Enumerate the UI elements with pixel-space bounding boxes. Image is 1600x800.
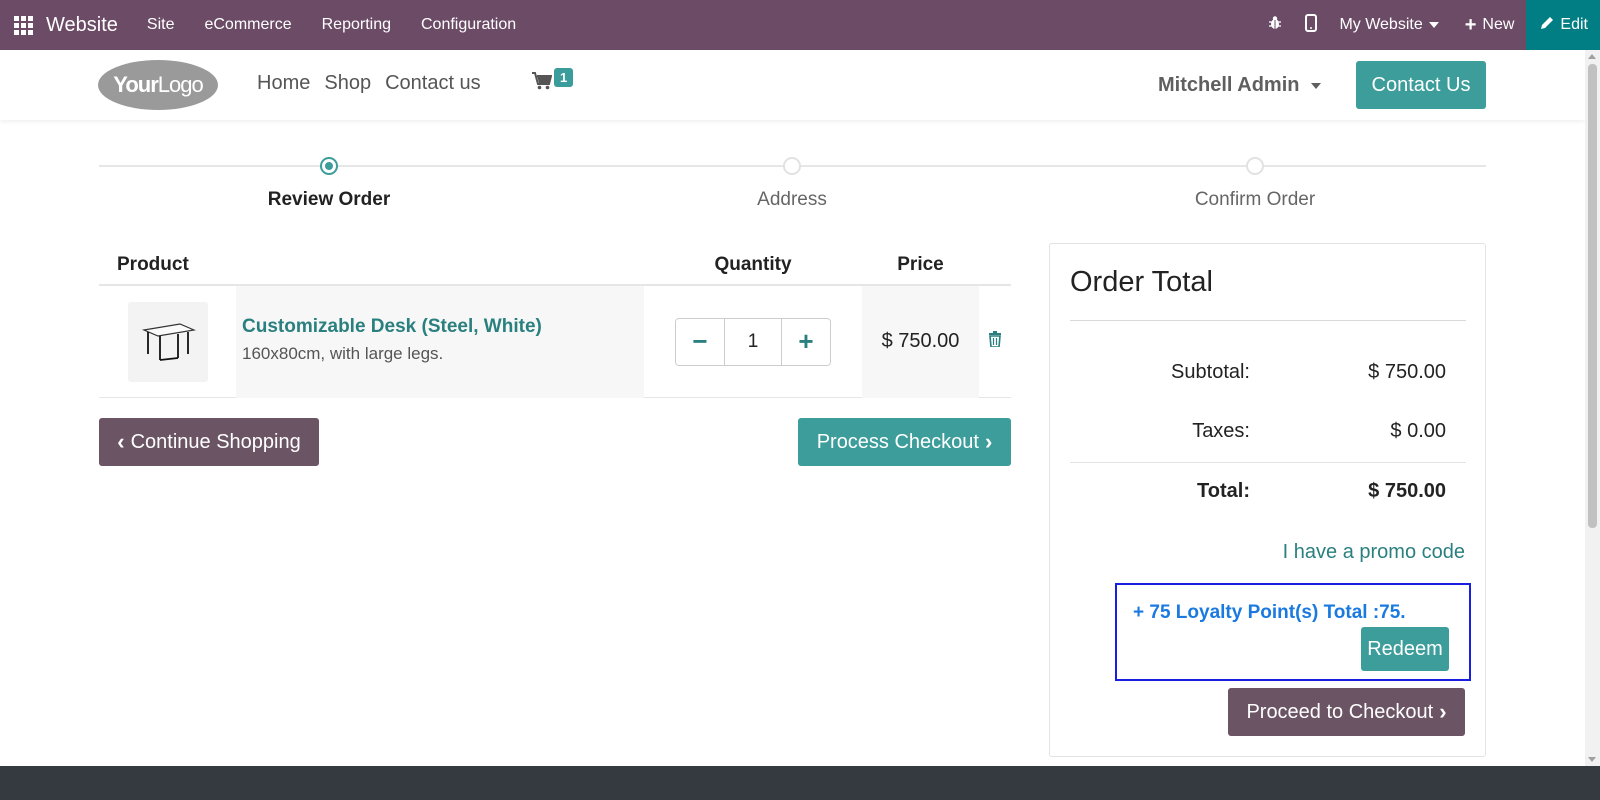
total-label: Total: bbox=[1197, 480, 1250, 502]
proceed-to-checkout-button[interactable]: Proceed to Checkout › bbox=[1228, 688, 1465, 736]
chevron-down-icon bbox=[1428, 22, 1439, 28]
apps-menu-icon[interactable] bbox=[0, 0, 46, 50]
menu-reporting[interactable]: Reporting bbox=[307, 16, 406, 34]
scrollbar-thumb[interactable] bbox=[1588, 64, 1597, 528]
checkout-progress: Review Order Address Confirm Order bbox=[99, 157, 1486, 220]
new-button[interactable]: + New bbox=[1453, 14, 1527, 37]
plus-icon: + bbox=[1464, 13, 1477, 36]
shopping-cart-icon bbox=[532, 72, 553, 95]
table-header: Product Quantity Price bbox=[99, 245, 1011, 286]
step-label: Review Order bbox=[267, 189, 391, 210]
promo-code-link[interactable]: I have a promo code bbox=[1283, 541, 1465, 564]
redeem-button[interactable]: Redeem bbox=[1361, 627, 1449, 671]
scroll-up-arrow-icon[interactable] bbox=[1588, 54, 1596, 59]
quantity-input[interactable]: 1 bbox=[724, 318, 782, 365]
admin-top-bar: Website Site eCommerce Reporting Configu… bbox=[0, 0, 1600, 50]
edit-label: Edit bbox=[1560, 16, 1588, 33]
order-total-card: Order Total Subtotal: $ 750.00 Taxes: $ … bbox=[1049, 243, 1486, 757]
my-website-dropdown[interactable]: My Website bbox=[1329, 16, 1452, 34]
decrease-quantity-button[interactable]: − bbox=[676, 318, 724, 365]
increase-quantity-button[interactable]: + bbox=[782, 318, 830, 365]
step-label: Confirm Order bbox=[1194, 189, 1316, 210]
table-row: Customizable Desk (Steel, White) 160x80c… bbox=[99, 285, 1011, 398]
my-website-label: My Website bbox=[1339, 16, 1423, 33]
taxes-value: $ 0.00 bbox=[1390, 420, 1446, 442]
loyalty-points-text: + 75 Loyalty Point(s) Total :75. bbox=[1133, 602, 1406, 623]
divider bbox=[1070, 462, 1466, 463]
plus-icon: + bbox=[798, 326, 814, 356]
product-description-cell: Customizable Desk (Steel, White) 160x80c… bbox=[236, 285, 644, 398]
edit-button[interactable]: Edit bbox=[1526, 0, 1600, 50]
step-address: Address bbox=[672, 157, 912, 211]
minus-icon: − bbox=[692, 326, 708, 356]
scroll-down-arrow-icon[interactable] bbox=[1588, 757, 1596, 762]
proceed-to-checkout-label: Proceed to Checkout bbox=[1246, 700, 1434, 723]
cart-count-badge: 1 bbox=[554, 68, 574, 87]
nav-contact-us[interactable]: Contact us bbox=[385, 72, 481, 95]
total-value: $ 750.00 bbox=[1368, 480, 1446, 502]
step-confirm-order: Confirm Order bbox=[1135, 157, 1375, 211]
quantity-stepper: − 1 + bbox=[675, 317, 831, 366]
main-nav: Home Shop Contact us bbox=[257, 72, 481, 95]
price-cell: $ 750.00 bbox=[862, 285, 979, 398]
divider bbox=[1070, 320, 1466, 321]
subtotal-label: Subtotal: bbox=[1171, 361, 1250, 383]
menu-ecommerce[interactable]: eCommerce bbox=[189, 16, 306, 34]
process-checkout-label: Process Checkout bbox=[816, 430, 979, 453]
taxes-row: Taxes: $ 0.00 bbox=[1070, 420, 1446, 443]
product-image[interactable] bbox=[127, 301, 208, 382]
step-dot bbox=[1246, 157, 1264, 175]
debug-bug-icon[interactable] bbox=[1257, 15, 1293, 36]
chevron-right-icon: › bbox=[1439, 699, 1447, 724]
total-row: Total: $ 750.00 bbox=[1070, 480, 1446, 503]
site-header: Your Logo Home Shop Contact us 1 Mitchell… bbox=[0, 50, 1585, 120]
nav-home[interactable]: Home bbox=[257, 72, 310, 95]
column-price: Price bbox=[897, 253, 944, 275]
chevron-down-icon bbox=[1311, 82, 1322, 89]
chevron-right-icon: › bbox=[984, 429, 993, 454]
continue-shopping-button[interactable]: ‹ Continue Shopping bbox=[99, 418, 319, 466]
subtotal-row: Subtotal: $ 750.00 bbox=[1070, 361, 1446, 384]
site-logo[interactable]: Your Logo bbox=[98, 60, 218, 110]
column-product: Product bbox=[117, 253, 189, 275]
delete-item-button[interactable] bbox=[979, 331, 1011, 352]
logo-text-thin: Logo bbox=[157, 72, 204, 97]
process-checkout-button[interactable]: Process Checkout › bbox=[798, 418, 1011, 466]
step-dot-active bbox=[320, 157, 338, 175]
step-review-order: Review Order bbox=[209, 157, 449, 211]
admin-brand[interactable]: Website bbox=[46, 14, 118, 37]
subtotal-value: $ 750.00 bbox=[1368, 361, 1446, 383]
menu-configuration[interactable]: Configuration bbox=[406, 16, 531, 34]
contact-us-button[interactable]: Contact Us bbox=[1356, 61, 1486, 109]
continue-shopping-label: Continue Shopping bbox=[130, 430, 301, 453]
chevron-left-icon: ‹ bbox=[117, 429, 125, 454]
step-dot bbox=[783, 157, 801, 175]
trash-icon bbox=[988, 331, 1002, 352]
quantity-cell: − 1 + bbox=[644, 286, 862, 398]
nav-shop[interactable]: Shop bbox=[324, 72, 371, 95]
product-image-cell bbox=[99, 286, 236, 398]
page-footer bbox=[0, 766, 1600, 800]
taxes-label: Taxes: bbox=[1192, 420, 1250, 442]
pencil-icon bbox=[1540, 16, 1554, 35]
user-account-dropdown[interactable]: Mitchell Admin bbox=[1158, 74, 1322, 97]
cart-table: Product Quantity Price Customizable Desk… bbox=[99, 245, 1011, 398]
menu-site[interactable]: Site bbox=[132, 16, 190, 34]
product-description: 160x80cm, with large legs. bbox=[242, 343, 444, 363]
order-total-title: Order Total bbox=[1070, 266, 1213, 298]
loyalty-points-box: + 75 Loyalty Point(s) Total :75. Redeem bbox=[1115, 583, 1471, 681]
column-quantity: Quantity bbox=[714, 253, 792, 275]
step-label: Address bbox=[757, 189, 827, 210]
product-name-link[interactable]: Customizable Desk (Steel, White) bbox=[242, 316, 644, 338]
page-scrollbar[interactable] bbox=[1585, 50, 1600, 766]
new-label: New bbox=[1482, 16, 1515, 33]
cart-link[interactable]: 1 bbox=[532, 68, 574, 96]
mobile-preview-icon[interactable] bbox=[1293, 13, 1329, 37]
logo-text-bold: Your bbox=[113, 72, 158, 97]
user-name: Mitchell Admin bbox=[1158, 74, 1300, 96]
